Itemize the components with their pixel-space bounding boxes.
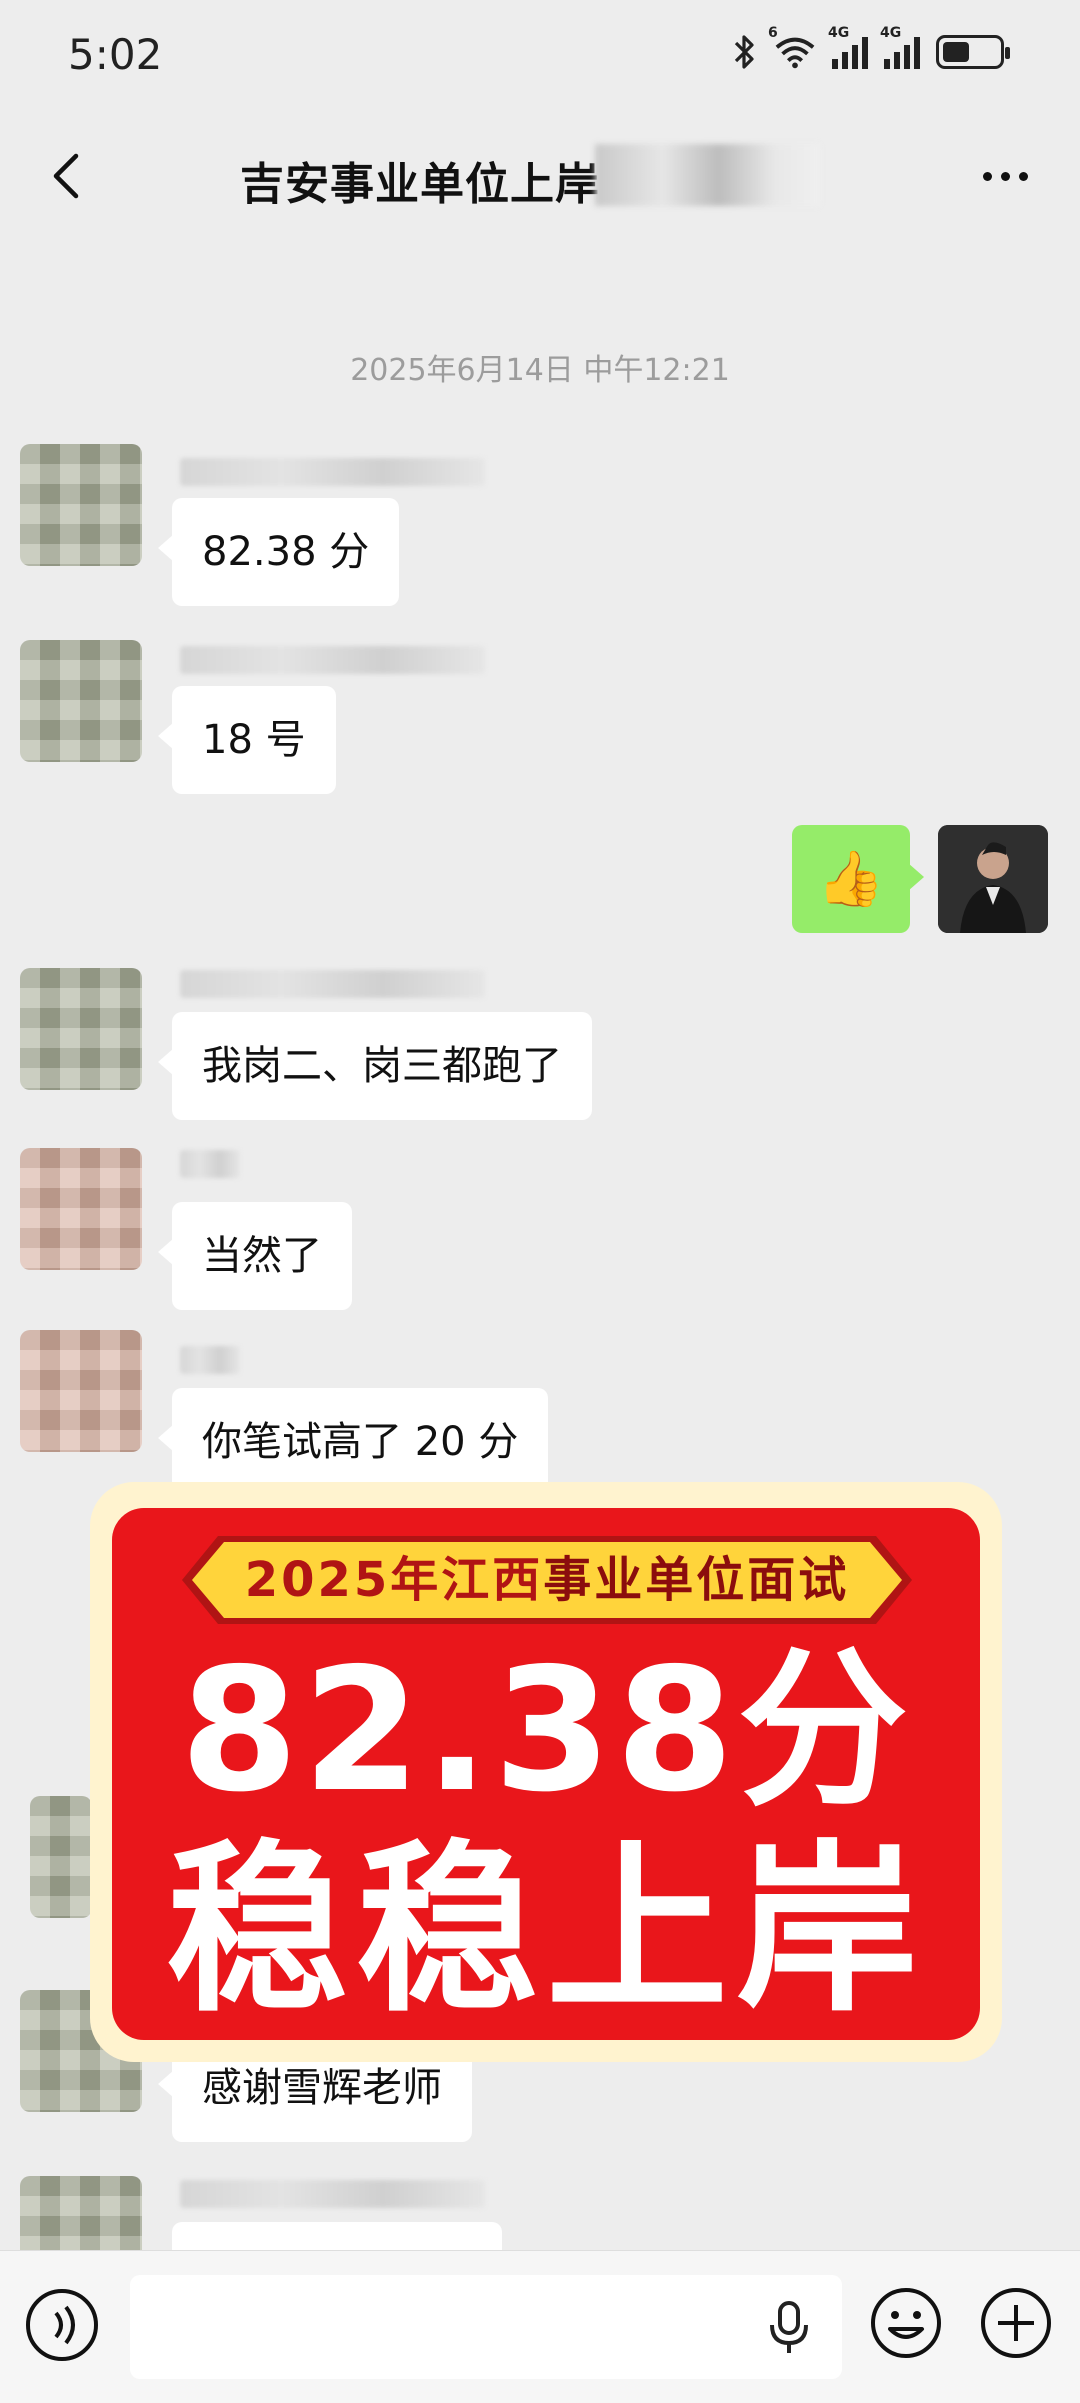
ribbon: 2025年江西事业单位面试 [182, 1534, 912, 1626]
banner-score: 82.38分 [180, 1632, 912, 1830]
input-bar [0, 2250, 1080, 2403]
wifi-icon: 6 [768, 25, 816, 69]
sender-name-redacted [180, 2180, 485, 2208]
status-bar: 5:02 6 4G 4G [0, 0, 1080, 110]
message-bubble[interactable]: 你笔试高了 20 分 [157, 1388, 549, 1496]
promo-banner: 2025年江西事业单位面试 82.38分 稳稳上岸 [112, 1508, 980, 2040]
chevron-left-icon [53, 153, 79, 199]
more-button[interactable] [970, 146, 1040, 206]
sender-name-redacted [180, 1150, 240, 1178]
my-avatar[interactable] [938, 825, 1048, 933]
message-bubble[interactable]: 当然了 [158, 1202, 352, 1310]
ribbon-title: 2025年江西事业单位面试 [182, 1534, 912, 1626]
status-icons: 6 4G 4G [732, 25, 1010, 70]
title-redaction [595, 144, 820, 206]
avatar[interactable] [30, 1796, 92, 1918]
avatar[interactable] [20, 1330, 142, 1452]
voice-icon [26, 2289, 98, 2361]
banner-slogan: 稳稳上岸 [166, 1824, 926, 2036]
message-bubble[interactable]: 18 号 [158, 686, 336, 794]
message-input[interactable] [130, 2275, 842, 2379]
message-bubble[interactable]: 我岗二、岗三都跑了 [158, 1012, 592, 1120]
wifi-badge: 6 [768, 25, 778, 41]
plus-button[interactable] [978, 2285, 1054, 2361]
sender-name-redacted [180, 646, 485, 674]
ribbon-title-part2: 事业单位面试 [543, 1552, 850, 1608]
avatar[interactable] [20, 444, 142, 566]
message-bubble[interactable]: 82.38 分 [157, 498, 400, 606]
sender-name-redacted [180, 458, 485, 486]
emoji-icon [871, 2288, 941, 2358]
avatar[interactable] [20, 968, 142, 1090]
voice-button[interactable] [22, 2285, 102, 2365]
sent-message-bubble[interactable]: 👍 [792, 825, 924, 933]
battery-icon [936, 35, 1010, 69]
plus-icon [981, 2288, 1051, 2358]
thumbs-up-icon: 👍 [817, 847, 885, 910]
avatar[interactable] [20, 1148, 142, 1270]
cell-signal-1-icon: 4G [828, 25, 868, 69]
cell-signal-2-icon: 4G [880, 25, 920, 69]
emoji-button[interactable] [868, 2285, 944, 2361]
back-button[interactable] [40, 146, 100, 206]
chat-header: 吉安事业单位上岸 [0, 120, 1080, 230]
ribbon-title-part1: 2025年江西 [244, 1552, 544, 1608]
avatar[interactable] [20, 640, 142, 762]
sender-name-redacted [180, 1346, 240, 1374]
sender-name-redacted [180, 970, 485, 998]
bluetooth-icon [734, 35, 754, 69]
person-icon [938, 825, 1048, 933]
chat-timestamp: 2025年6月14日 中午12:21 [350, 353, 730, 388]
more-icon [982, 171, 992, 181]
status-time: 5:02 [68, 30, 163, 79]
chat-title: 吉安事业单位上岸 [240, 159, 600, 210]
mic-icon[interactable] [764, 2299, 814, 2355]
